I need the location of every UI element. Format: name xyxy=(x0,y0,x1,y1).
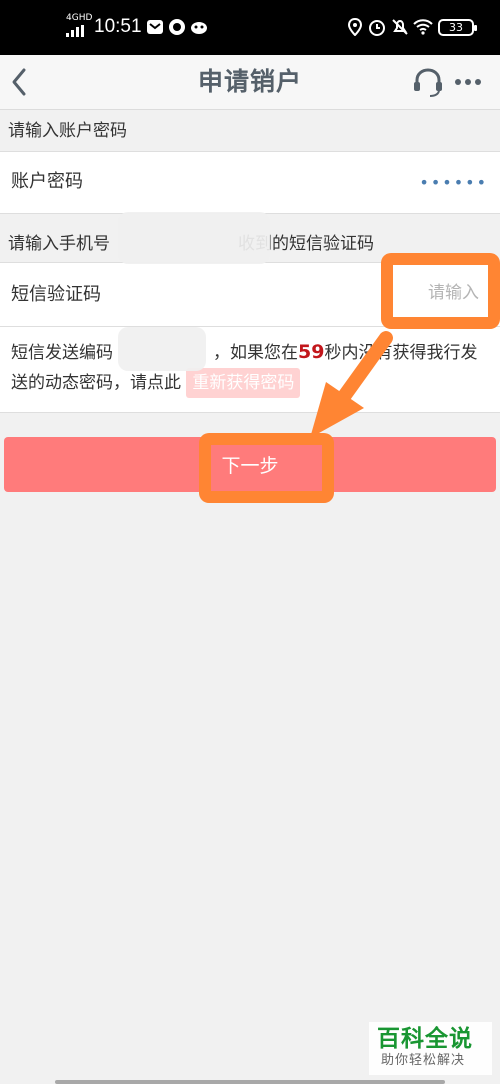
password-field-label: 账户密码 xyxy=(11,171,83,192)
sms-label-prefix: 请输入手机号 xyxy=(8,234,110,254)
battery-indicator: 33 xyxy=(438,19,477,36)
arrow-annotation-icon xyxy=(310,331,393,438)
home-indicator[interactable] xyxy=(55,1080,445,1084)
status-time: 10:51 xyxy=(94,16,142,37)
alarm-icon xyxy=(369,20,385,36)
watermark-subtitle: 助你轻松解决 xyxy=(381,1053,466,1068)
sms-info-row: 短信发送编码 ，如果您在59秒内没有获得我行发送的动态密码，请点此 重新获得密码 xyxy=(0,327,500,413)
location-icon xyxy=(347,18,363,36)
nav-bar: 申请销户 xyxy=(0,55,500,110)
sms-code-label: 短信验证码 xyxy=(11,284,101,305)
redacted-send-code xyxy=(118,327,206,371)
app-icon xyxy=(191,22,207,34)
highlight-box-sms-input xyxy=(381,253,500,329)
signal-icon xyxy=(66,25,88,37)
headset-icon[interactable] xyxy=(411,65,445,99)
password-section-label: 请输入账户密码 xyxy=(8,121,127,141)
more-dots-icon[interactable] xyxy=(451,67,485,97)
network-type: 4GHD xyxy=(66,13,93,23)
watermark-logo: 百科全说 助你轻松解决 xyxy=(369,1022,492,1075)
mute-icon xyxy=(392,19,408,35)
browser-icon xyxy=(169,19,185,35)
resend-code-button[interactable]: 重新获得密码 xyxy=(186,368,301,398)
status-bar: 4GHD 10:51 33 xyxy=(0,0,500,55)
wifi-icon xyxy=(413,19,433,35)
sms-info-text: 短信发送编码 ，如果您在59秒内没有获得我行发送的动态密码，请点此 重新获得密码 xyxy=(11,337,491,398)
password-row[interactable]: 账户密码 •••••• xyxy=(0,151,500,214)
password-field[interactable]: •••••• xyxy=(419,175,488,191)
message-icon xyxy=(147,20,163,34)
chevron-left-icon[interactable] xyxy=(4,61,32,103)
sms-info-middle: ，如果您在 xyxy=(213,343,298,363)
watermark-title: 百科全说 xyxy=(377,1026,473,1052)
redacted-phone-number xyxy=(118,212,270,264)
page-title: 申请销户 xyxy=(197,67,302,96)
sms-info-prefix: 短信发送编码 xyxy=(11,343,113,363)
